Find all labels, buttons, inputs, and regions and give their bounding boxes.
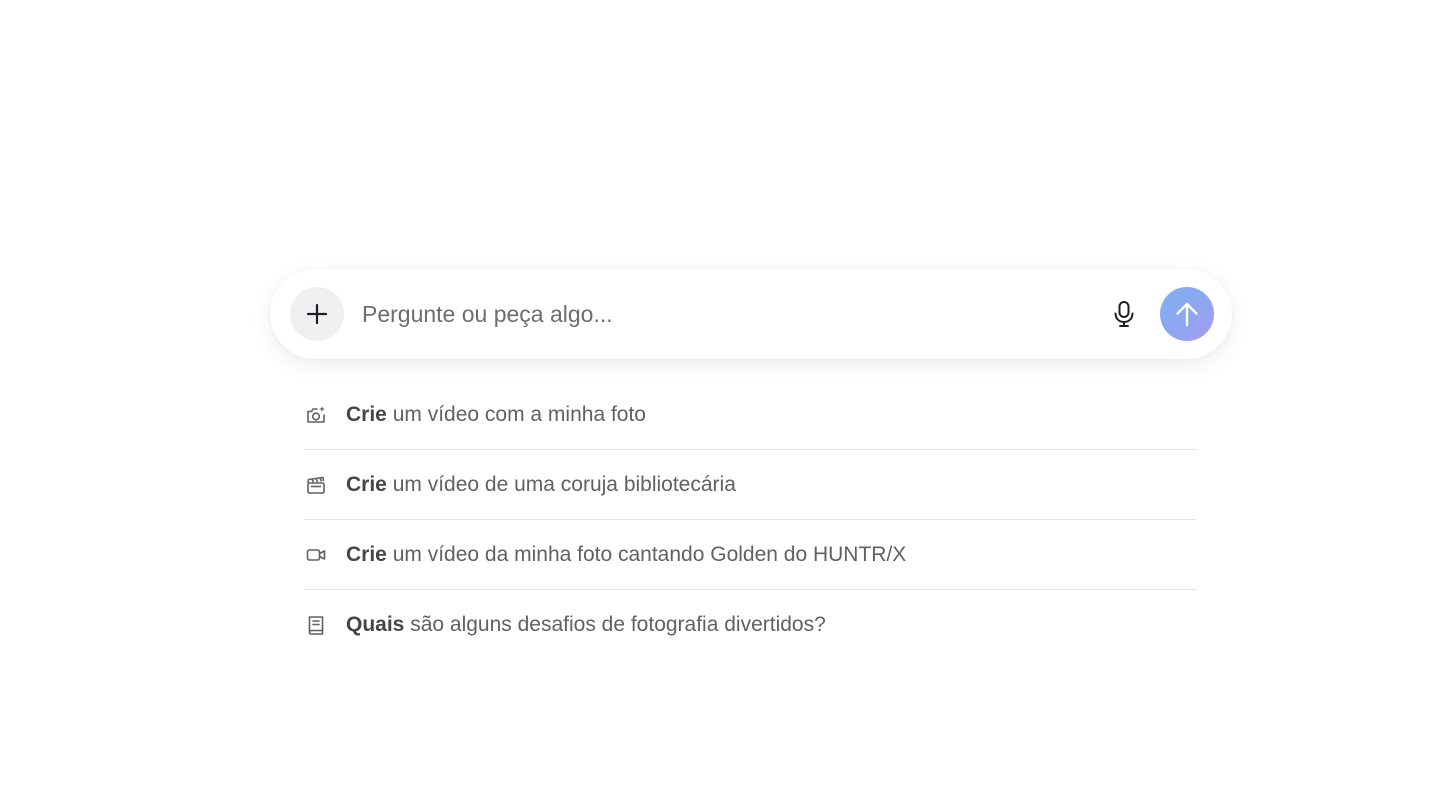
suggestion-text: Crie um vídeo de uma coruja bibliotecári… bbox=[346, 472, 736, 496]
book-icon bbox=[304, 613, 328, 637]
suggestion-item[interactable]: Crie um vídeo de uma coruja bibliotecári… bbox=[304, 450, 1197, 520]
plus-icon bbox=[306, 303, 328, 325]
video-camera-icon bbox=[304, 543, 328, 567]
send-button[interactable] bbox=[1160, 287, 1214, 341]
clapperboard-icon bbox=[304, 473, 328, 497]
arrow-up-icon bbox=[1176, 302, 1198, 327]
suggestion-list: Crie um vídeo com a minha foto Crie um v… bbox=[304, 380, 1197, 659]
voice-input-button[interactable] bbox=[1104, 294, 1144, 334]
add-attachment-button[interactable] bbox=[290, 287, 344, 341]
camera-sparkle-icon bbox=[304, 403, 328, 427]
page: Crie um vídeo com a minha foto Crie um v… bbox=[0, 0, 1440, 810]
prompt-composer bbox=[270, 269, 1232, 359]
suggestion-item[interactable]: Crie um vídeo da minha foto cantando Gol… bbox=[304, 520, 1197, 590]
suggestion-item[interactable]: Quais são alguns desafios de fotografia … bbox=[304, 590, 1197, 659]
suggestion-text: Crie um vídeo da minha foto cantando Gol… bbox=[346, 542, 907, 566]
microphone-icon bbox=[1114, 301, 1134, 327]
suggestion-item[interactable]: Crie um vídeo com a minha foto bbox=[304, 380, 1197, 450]
suggestion-text: Quais são alguns desafios de fotografia … bbox=[346, 612, 826, 636]
suggestion-text: Crie um vídeo com a minha foto bbox=[346, 402, 646, 426]
prompt-input[interactable] bbox=[362, 294, 1104, 334]
